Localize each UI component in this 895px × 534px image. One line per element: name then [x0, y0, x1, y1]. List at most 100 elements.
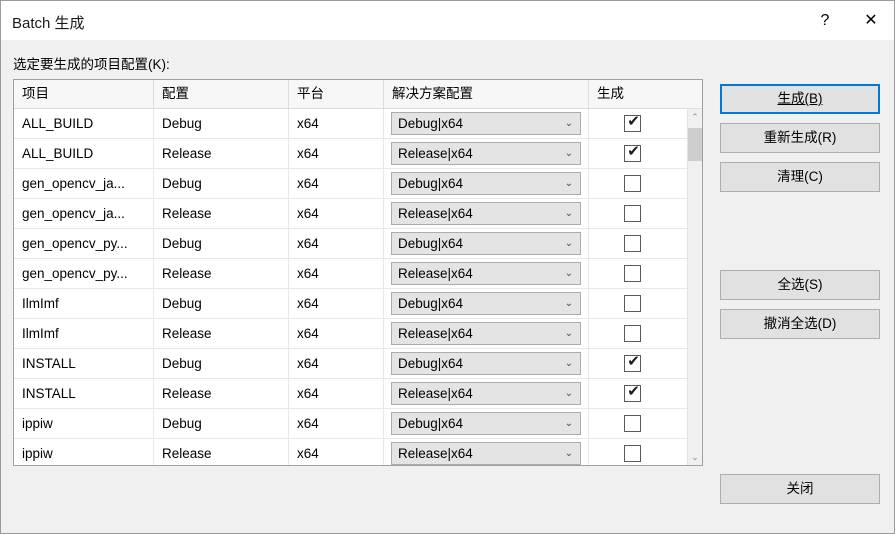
solution-configuration-dropdown[interactable]: Release|x64 ⌄ — [391, 202, 581, 225]
build-checkbox[interactable] — [624, 265, 641, 282]
solution-configuration-value: Debug|x64 — [398, 176, 464, 191]
build-checkbox[interactable] — [624, 205, 641, 222]
cell-build — [589, 259, 687, 288]
table-row[interactable]: INSTALL Release x64 Release|x64 ⌄ ✔ — [14, 379, 687, 409]
table-row[interactable]: gen_opencv_ja... Release x64 Release|x64 ⌄ — [14, 199, 687, 229]
close-button-label: 关闭 — [786, 481, 814, 496]
close-button[interactable]: 关闭 — [720, 474, 880, 504]
solution-configuration-dropdown[interactable]: Debug|x64 ⌄ — [391, 412, 581, 435]
chevron-down-icon: ⌄ — [564, 388, 574, 399]
chevron-down-icon: ⌄ — [564, 328, 574, 339]
table-row[interactable]: gen_opencv_ja... Debug x64 Debug|x64 ⌄ — [14, 169, 687, 199]
solution-configuration-value: Release|x64 — [398, 386, 473, 401]
select-all-button[interactable]: 全选(S) — [720, 270, 880, 300]
solution-configuration-dropdown[interactable]: Debug|x64 ⌄ — [391, 352, 581, 375]
column-header-platform[interactable]: 平台 — [289, 80, 384, 108]
cell-solution-configuration: Debug|x64 ⌄ — [384, 409, 589, 438]
build-checkbox[interactable]: ✔ — [624, 112, 641, 132]
cell-build: ✔ — [589, 349, 687, 378]
cell-build — [589, 169, 687, 198]
build-button[interactable]: 生成(B) — [720, 84, 880, 114]
cell-configuration: Debug — [154, 109, 289, 138]
chevron-down-icon: ⌄ — [564, 448, 574, 459]
grid-rows-viewport: ALL_BUILD Debug x64 Debug|x64 ⌄ ✔ ALL_BUILD Rel… — [14, 109, 687, 465]
cell-solution-configuration: Release|x64 ⌄ — [384, 319, 589, 348]
cell-configuration: Release — [154, 259, 289, 288]
table-row[interactable]: gen_opencv_py... Release x64 Release|x64 ⌄ — [14, 259, 687, 289]
cell-platform: x64 — [289, 289, 384, 318]
solution-configuration-dropdown[interactable]: Debug|x64 ⌄ — [391, 112, 581, 135]
close-window-button[interactable]: ✕ — [848, 1, 894, 40]
scroll-up-arrow-icon[interactable]: ⌃ — [688, 109, 702, 126]
solution-configuration-value: Debug|x64 — [398, 356, 464, 371]
build-checkbox[interactable] — [624, 235, 641, 252]
cell-configuration: Release — [154, 319, 289, 348]
table-row[interactable]: gen_opencv_py... Debug x64 Debug|x64 ⌄ — [14, 229, 687, 259]
scroll-down-arrow-icon[interactable]: ⌄ — [688, 449, 702, 465]
table-row[interactable]: IlmImf Debug x64 Debug|x64 ⌄ — [14, 289, 687, 319]
solution-configuration-value: Debug|x64 — [398, 296, 464, 311]
column-header-build[interactable]: 生成 — [589, 80, 687, 108]
cell-build: ✔ — [589, 109, 687, 138]
solution-configuration-dropdown[interactable]: Release|x64 ⌄ — [391, 322, 581, 345]
cell-configuration: Debug — [154, 349, 289, 378]
build-checkbox[interactable] — [624, 415, 641, 432]
table-row[interactable]: ippiw Release x64 Release|x64 ⌄ — [14, 439, 687, 465]
column-header-project[interactable]: 项目 — [14, 80, 154, 108]
table-row[interactable]: ippiw Debug x64 Debug|x64 ⌄ — [14, 409, 687, 439]
solution-configuration-dropdown[interactable]: Debug|x64 ⌄ — [391, 292, 581, 315]
cell-solution-configuration: Debug|x64 ⌄ — [384, 349, 589, 378]
table-row[interactable]: ALL_BUILD Release x64 Release|x64 ⌄ ✔ — [14, 139, 687, 169]
cell-build — [589, 289, 687, 318]
build-checkbox[interactable]: ✔ — [624, 352, 641, 372]
cell-configuration: Release — [154, 379, 289, 408]
table-row[interactable]: INSTALL Debug x64 Debug|x64 ⌄ ✔ — [14, 349, 687, 379]
solution-configuration-dropdown[interactable]: Release|x64 ⌄ — [391, 442, 581, 465]
clean-button[interactable]: 清理(C) — [720, 162, 880, 192]
build-checkbox[interactable] — [624, 445, 641, 462]
solution-configuration-dropdown[interactable]: Release|x64 ⌄ — [391, 382, 581, 405]
select-all-button-label: 全选(S) — [777, 277, 823, 292]
cell-solution-configuration: Debug|x64 ⌄ — [384, 229, 589, 258]
cell-platform: x64 — [289, 139, 384, 168]
column-header-configuration[interactable]: 配置 — [154, 80, 289, 108]
solution-configuration-dropdown[interactable]: Debug|x64 ⌄ — [391, 172, 581, 195]
cell-platform: x64 — [289, 379, 384, 408]
rebuild-button[interactable]: 重新生成(R) — [720, 123, 880, 153]
chevron-down-icon: ⌄ — [564, 418, 574, 429]
cell-project: ALL_BUILD — [14, 139, 154, 168]
solution-configuration-dropdown[interactable]: Release|x64 ⌄ — [391, 262, 581, 285]
chevron-down-icon: ⌄ — [564, 178, 574, 189]
grid-header-row: 项目 配置 平台 解决方案配置 生成 — [14, 80, 702, 109]
rebuild-button-label: 重新生成(R) — [763, 130, 837, 145]
build-checkbox[interactable]: ✔ — [624, 382, 641, 402]
solution-configuration-value: Release|x64 — [398, 206, 473, 221]
table-row[interactable]: ALL_BUILD Debug x64 Debug|x64 ⌄ ✔ — [14, 109, 687, 139]
project-configuration-grid: 项目 配置 平台 解决方案配置 生成 ALL_BUILD Debug x64 Debu… — [13, 79, 703, 466]
solution-configuration-value: Debug|x64 — [398, 116, 464, 131]
cell-build — [589, 439, 687, 465]
table-row[interactable]: IlmImf Release x64 Release|x64 ⌄ — [14, 319, 687, 349]
column-header-solution-configuration[interactable]: 解决方案配置 — [384, 80, 589, 108]
cell-build — [589, 319, 687, 348]
cell-solution-configuration: Debug|x64 ⌄ — [384, 289, 589, 318]
cell-configuration: Debug — [154, 229, 289, 258]
clean-button-label: 清理(C) — [777, 169, 823, 184]
solution-configuration-dropdown[interactable]: Release|x64 ⌄ — [391, 142, 581, 165]
build-checkbox[interactable] — [624, 295, 641, 312]
scrollbar-thumb[interactable] — [688, 128, 702, 161]
cell-build — [589, 229, 687, 258]
cell-platform: x64 — [289, 199, 384, 228]
build-checkbox[interactable] — [624, 325, 641, 342]
cell-configuration: Debug — [154, 169, 289, 198]
grid-vertical-scrollbar[interactable]: ⌃ ⌄ — [687, 109, 702, 465]
help-button[interactable]: ? — [802, 1, 848, 40]
deselect-all-button[interactable]: 撤消全选(D) — [720, 309, 880, 339]
build-checkbox[interactable]: ✔ — [624, 142, 641, 162]
cell-project: gen_opencv_ja... — [14, 169, 154, 198]
checkmark-icon: ✔ — [627, 352, 640, 370]
cell-solution-configuration: Release|x64 ⌄ — [384, 139, 589, 168]
batch-build-dialog: Batch 生成 ? ✕ 选定要生成的项目配置(K): 项目 配置 平台 解决方… — [0, 0, 895, 534]
solution-configuration-dropdown[interactable]: Debug|x64 ⌄ — [391, 232, 581, 255]
build-checkbox[interactable] — [624, 175, 641, 192]
